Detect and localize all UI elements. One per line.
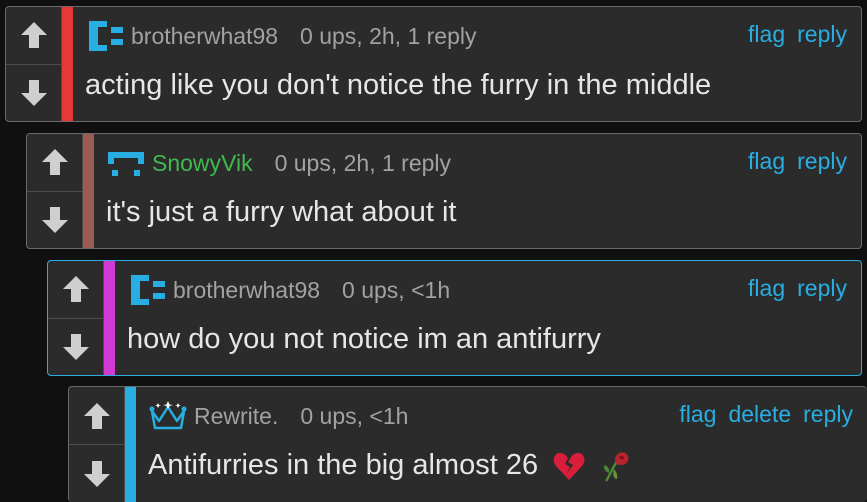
comment-stats: 0 ups, <1h: [342, 276, 451, 303]
vote-controls: [6, 7, 62, 121]
comment-stats: 0 ups, 2h, 1 reply: [274, 149, 452, 176]
pixel-frame-icon: [106, 146, 146, 180]
upvote-button[interactable]: [27, 134, 83, 191]
vote-controls: [69, 387, 125, 502]
broken-heart-icon: [553, 453, 585, 481]
flag-link[interactable]: flag: [748, 275, 785, 302]
wilted-rose-icon: [604, 452, 629, 483]
vote-controls: [48, 261, 104, 375]
reply-link[interactable]: reply: [797, 21, 847, 48]
downvote-button[interactable]: [27, 190, 83, 248]
delete-link[interactable]: delete: [728, 401, 791, 428]
pixel-bracket-icon: [85, 19, 125, 53]
depth-stripe: [62, 7, 73, 121]
arrow-up-icon: [20, 22, 47, 49]
arrow-down-icon: [20, 79, 47, 106]
depth-stripe: [125, 387, 136, 502]
crown-icon: [148, 399, 188, 433]
flag-link[interactable]: flag: [679, 401, 716, 428]
comment-stats: 0 ups, <1h: [300, 402, 409, 429]
comment: brotherwhat98 0 ups, 2h, 1 reply flag re…: [5, 6, 862, 122]
arrow-up-icon: [41, 149, 68, 176]
depth-stripe: [104, 261, 115, 375]
arrow-down-icon: [83, 460, 110, 487]
comment: brotherwhat98 0 ups, <1h flag reply how …: [47, 260, 862, 376]
username[interactable]: brotherwhat98: [131, 23, 278, 50]
reply-link[interactable]: reply: [797, 275, 847, 302]
comment: Rewrite. 0 ups, <1h flag delete reply An…: [68, 386, 867, 502]
comment-text: acting like you don't notice the furry i…: [85, 69, 712, 101]
pixel-bracket-icon: [127, 273, 167, 307]
reply-link[interactable]: reply: [803, 401, 853, 428]
arrow-up-icon: [83, 402, 110, 429]
arrow-up-icon: [62, 276, 89, 303]
depth-stripe: [83, 134, 94, 248]
username[interactable]: Rewrite.: [194, 403, 278, 430]
username[interactable]: brotherwhat98: [173, 277, 320, 304]
reply-link[interactable]: reply: [797, 148, 847, 175]
arrow-down-icon: [62, 333, 89, 360]
downvote-button[interactable]: [48, 317, 104, 375]
arrow-down-icon: [41, 206, 68, 233]
downvote-button[interactable]: [6, 63, 62, 121]
comment-text: Antifurries in the big almost 26: [148, 449, 634, 483]
vote-controls: [27, 134, 83, 248]
comment-text-body: Antifurries in the big almost 26: [148, 449, 539, 481]
upvote-button[interactable]: [69, 387, 125, 444]
flag-link[interactable]: flag: [748, 21, 785, 48]
flag-link[interactable]: flag: [748, 148, 785, 175]
username[interactable]: SnowyVik: [152, 150, 253, 177]
comment-stats: 0 ups, 2h, 1 reply: [300, 22, 477, 49]
downvote-button[interactable]: [69, 444, 125, 502]
upvote-button[interactable]: [48, 261, 104, 318]
upvote-button[interactable]: [6, 7, 62, 64]
comment-text: it's just a furry what about it: [106, 196, 457, 228]
comment-text: how do you not notice im an antifurry: [127, 323, 601, 355]
comment: SnowyVik 0 ups, 2h, 1 reply flag reply i…: [26, 133, 862, 249]
